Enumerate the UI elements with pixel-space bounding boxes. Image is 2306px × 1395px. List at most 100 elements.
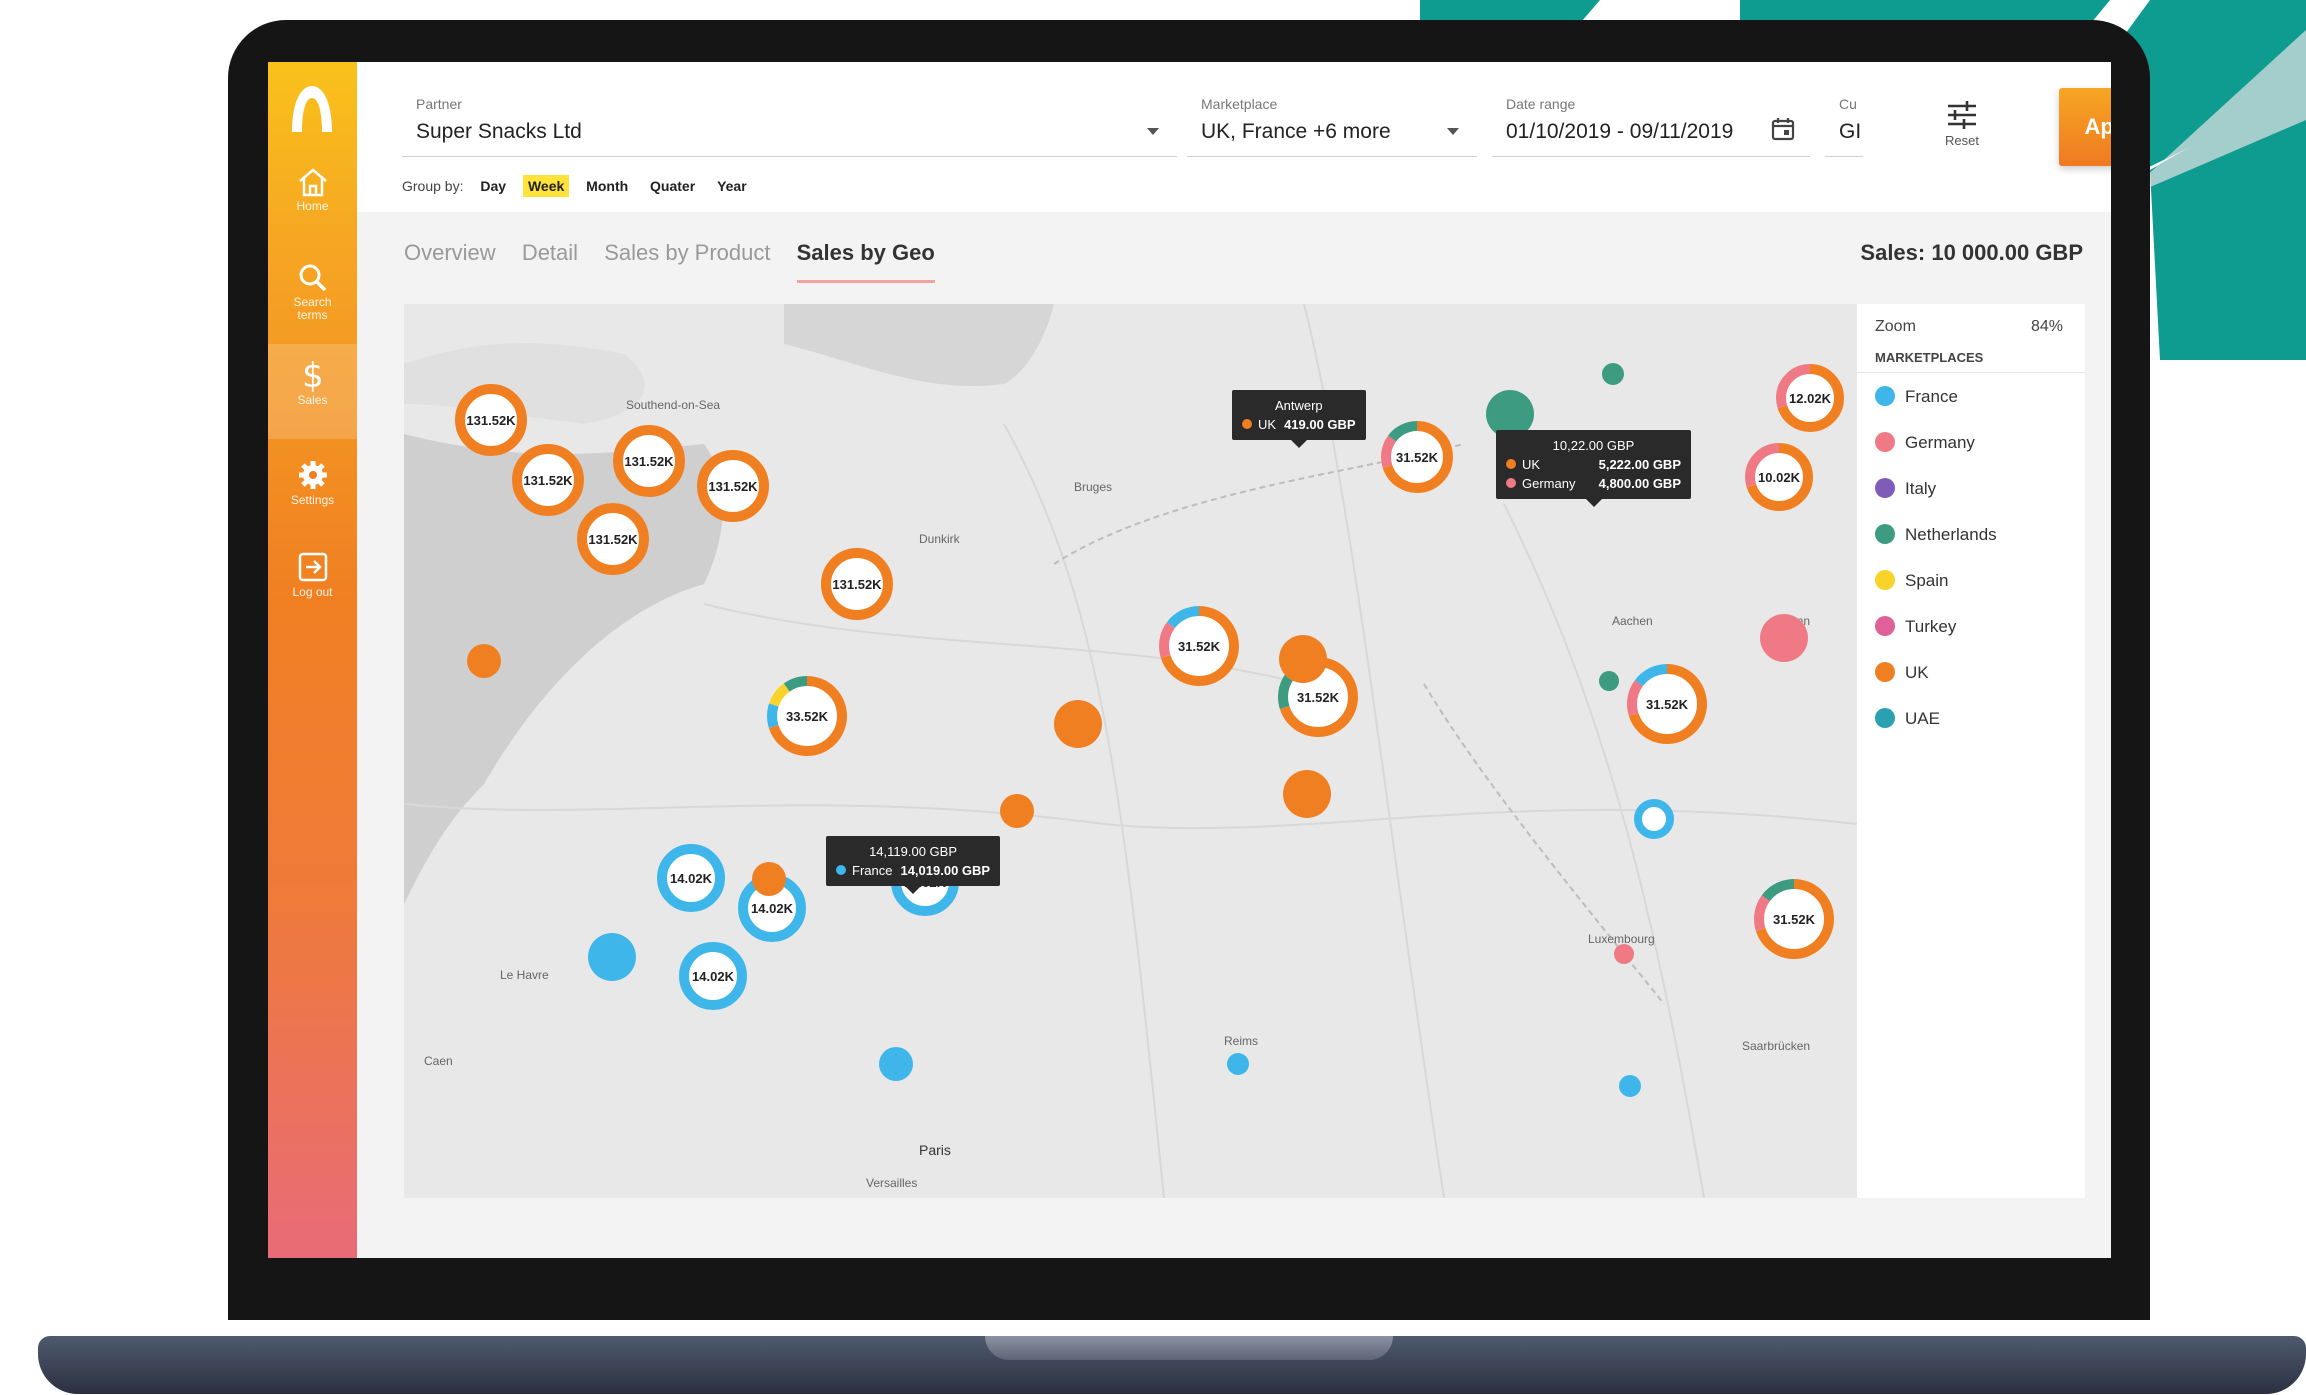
map-marker[interactable] (1227, 1053, 1249, 1075)
bubble-label: 131.52K (523, 473, 573, 488)
map-bubble[interactable]: 14.02K (679, 942, 747, 1010)
apply-button[interactable]: Apply (2059, 88, 2111, 166)
map-bubble[interactable]: 131.52K (821, 548, 893, 620)
laptop-notch (985, 1336, 1393, 1360)
app-screen: Home Search terms $ Sales Settings Log o… (268, 62, 2111, 1258)
netherlands-dot-icon (1875, 524, 1895, 544)
map-marker[interactable] (467, 644, 501, 678)
partner-select[interactable]: Partner Super Snacks Ltd (402, 86, 1177, 157)
map-marker[interactable] (1054, 700, 1102, 748)
tooltip-series: UK (1522, 457, 1541, 472)
bubble-label: 131.52K (466, 413, 516, 428)
map-bubble[interactable]: 33.52K (767, 676, 847, 756)
date-range-value: 01/10/2019 - 09/11/2019 (1506, 120, 1734, 143)
sidebar-item-sales[interactable]: $ Sales (268, 344, 357, 439)
geo-map[interactable]: Southend-on-Sea Bruges Dunkirk Aachen Bo… (404, 304, 1857, 1198)
tooltip-series: Germany (1522, 476, 1576, 491)
app-logo-icon[interactable] (286, 80, 338, 136)
turkey-dot-icon (1875, 616, 1895, 636)
map-marker[interactable] (1279, 635, 1327, 683)
sidebar-item-search-terms[interactable]: Search terms (268, 248, 357, 338)
marketplace-select[interactable]: Marketplace UK, France +6 more (1187, 86, 1477, 157)
map-bubble[interactable]: 31.52K (1754, 879, 1834, 959)
map-bubble[interactable]: 131.52K (613, 425, 685, 497)
bubble-label: 12.02K (1789, 391, 1832, 406)
group-by-bar: Group by: Day Week Month Quater Year (402, 175, 752, 197)
map-bubble[interactable]: 131.52K (512, 444, 584, 516)
map-bubble[interactable]: 131.52K (697, 450, 769, 522)
map-marker[interactable] (1760, 614, 1808, 662)
group-by-day[interactable]: Day (475, 175, 511, 197)
calendar-icon[interactable] (1770, 116, 1796, 142)
map-marker[interactable] (752, 862, 786, 896)
map-marker[interactable] (1619, 1075, 1641, 1097)
tooltip-value: 419.00 GBP (1284, 417, 1356, 432)
legend-item-italy[interactable]: Italy (1875, 478, 1936, 499)
gear-icon (298, 461, 327, 489)
logout-icon (298, 552, 327, 582)
sidebar-item-settings[interactable]: Settings (268, 444, 357, 534)
group-by-month[interactable]: Month (581, 175, 633, 197)
map-marker[interactable] (1599, 671, 1619, 691)
currency-select[interactable]: Cu GI (1825, 86, 1863, 157)
legend-item-uae[interactable]: UAE (1875, 708, 1940, 729)
map-marker[interactable] (879, 1047, 913, 1081)
map-bubble[interactable]: 14.02K (657, 844, 725, 912)
group-by-year[interactable]: Year (712, 175, 752, 197)
marketplace-value: UK, France +6 more (1201, 120, 1391, 143)
map-marker[interactable] (1614, 944, 1634, 964)
group-by-quater[interactable]: Quater (645, 175, 700, 197)
tab-overview[interactable]: Overview (404, 240, 496, 280)
bubble-label: 31.52K (1646, 697, 1689, 712)
map-marker[interactable] (1283, 770, 1331, 818)
sidebar-item-home[interactable]: Home (268, 152, 357, 242)
tooltip-title: 10,22.00 GBP (1552, 438, 1635, 453)
bubble-label: 131.52K (624, 454, 674, 469)
legend-title: MARKETPLACES (1875, 350, 1984, 365)
reset-button[interactable]: Reset (1932, 100, 1992, 148)
legend-item-uk[interactable]: UK (1875, 662, 1929, 683)
tab-detail[interactable]: Detail (522, 240, 578, 280)
legend-item-turkey[interactable]: Turkey (1875, 616, 1956, 637)
tooltip-series: UK (1258, 417, 1277, 432)
bubble-label: 31.52K (1178, 639, 1221, 654)
svg-text:$: $ (302, 358, 324, 392)
legend-item-spain[interactable]: Spain (1875, 570, 1948, 591)
sidebar-item-logout[interactable]: Log out (268, 536, 357, 626)
map-marker[interactable] (1000, 794, 1034, 828)
date-range-field[interactable]: Date range 01/10/2019 - 09/11/2019 (1492, 86, 1810, 157)
map-marker[interactable] (1602, 363, 1624, 385)
bubble-label: 33.52K (786, 709, 829, 724)
reset-label: Reset (1945, 133, 1979, 148)
date-range-label: Date range (1506, 96, 1576, 112)
map-bubble[interactable]: 131.52K (577, 503, 649, 575)
legend-label: UAE (1905, 709, 1940, 728)
legend-label: Turkey (1905, 617, 1957, 636)
map-bubble[interactable]: 31.52K (1627, 664, 1707, 744)
tab-sales-by-geo[interactable]: Sales by Geo (796, 240, 935, 283)
bubble-label: 131.52K (588, 532, 638, 547)
map-bubble[interactable]: 10.02K (1745, 443, 1813, 511)
group-by-week[interactable]: Week (522, 175, 570, 197)
legend-label: UK (1905, 663, 1929, 682)
chevron-down-icon (1447, 128, 1459, 135)
map-marker[interactable] (1634, 799, 1674, 839)
bubble-label: 14.02K (692, 969, 735, 984)
sidebar-item-label: Home (296, 199, 329, 213)
bubble-label: 14.02K (751, 901, 794, 916)
legend-item-netherlands[interactable]: Netherlands (1875, 524, 1997, 545)
tooltip-value: 14,019.00 GBP (900, 863, 991, 878)
map-bubble[interactable]: 12.02K (1776, 364, 1844, 432)
tab-sales-by-product[interactable]: Sales by Product (604, 240, 770, 280)
map-bubble[interactable]: 31.52K (1159, 606, 1239, 686)
zoom-control[interactable]: Zoom 84% (1875, 318, 2063, 336)
map-bubble[interactable]: 31.52K (1381, 421, 1453, 493)
map-bubble[interactable]: 131.52K (455, 384, 527, 456)
uk-dot-icon (1875, 662, 1895, 682)
map-marker[interactable] (588, 933, 636, 981)
legend-label: France (1905, 387, 1958, 406)
legend-item-france[interactable]: France (1875, 386, 1958, 407)
legend-label: Germany (1905, 433, 1975, 452)
legend-item-germany[interactable]: Germany (1875, 432, 1975, 453)
bubble-label: 10.02K (1758, 470, 1801, 485)
